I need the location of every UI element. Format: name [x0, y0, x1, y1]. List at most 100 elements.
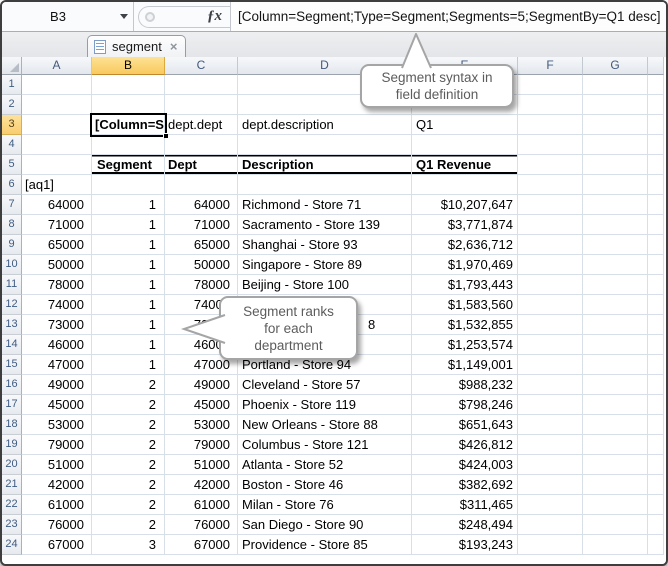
cell-A3[interactable] — [22, 115, 92, 135]
cell-C8[interactable]: 71000 — [165, 215, 238, 235]
cell-G14[interactable] — [583, 335, 648, 355]
cell-H4[interactable] — [648, 135, 664, 155]
cell-B18[interactable]: 2 — [92, 415, 165, 435]
cell-F2[interactable] — [518, 95, 583, 115]
cell-G5[interactable] — [583, 155, 648, 175]
cell-A9[interactable]: 65000 — [22, 235, 92, 255]
cell-E18[interactable]: $651,643 — [412, 415, 518, 435]
cell-E8[interactable]: $3,771,874 — [412, 215, 518, 235]
cell-G16[interactable] — [583, 375, 648, 395]
cell-B10[interactable]: 1 — [92, 255, 165, 275]
cell-E4[interactable] — [412, 135, 518, 155]
name-box[interactable]: B3 — [2, 2, 114, 31]
formula-input[interactable]: [Column=Segment;Type=Segment;Segments=5;… — [231, 2, 666, 31]
cell-H2[interactable] — [648, 95, 664, 115]
cell-D11[interactable]: Beijing - Store 100 — [238, 275, 412, 295]
cell-E24[interactable]: $193,243 — [412, 535, 518, 555]
cell-G12[interactable] — [583, 295, 648, 315]
cell-A23[interactable]: 76000 — [22, 515, 92, 535]
column-header-extra[interactable] — [648, 57, 664, 75]
cell-C6[interactable] — [165, 175, 238, 195]
cell-B9[interactable]: 1 — [92, 235, 165, 255]
cell-B15[interactable]: 1 — [92, 355, 165, 375]
cell-F12[interactable] — [518, 295, 583, 315]
cell-E10[interactable]: $1,970,469 — [412, 255, 518, 275]
cell-G10[interactable] — [583, 255, 648, 275]
cell-E7[interactable]: $10,207,647 — [412, 195, 518, 215]
row-header-12[interactable]: 12 — [2, 295, 22, 315]
cell-G9[interactable] — [583, 235, 648, 255]
cell-G15[interactable] — [583, 355, 648, 375]
cell-B23[interactable]: 2 — [92, 515, 165, 535]
cell-C23[interactable]: 76000 — [165, 515, 238, 535]
row-header-14[interactable]: 14 — [2, 335, 22, 355]
cell-D20[interactable]: Atlanta - Store 52 — [238, 455, 412, 475]
cell-C10[interactable]: 50000 — [165, 255, 238, 275]
row-header-5[interactable]: 5 — [2, 155, 22, 175]
cell-F22[interactable] — [518, 495, 583, 515]
cell-D8[interactable]: Sacramento - Store 139 — [238, 215, 412, 235]
cell-F15[interactable] — [518, 355, 583, 375]
row-header-22[interactable]: 22 — [2, 495, 22, 515]
column-header-G[interactable]: G — [583, 57, 648, 75]
row-header-1[interactable]: 1 — [2, 75, 22, 95]
cell-D9[interactable]: Shanghai - Store 93 — [238, 235, 412, 255]
cell-G20[interactable] — [583, 455, 648, 475]
cell-G22[interactable] — [583, 495, 648, 515]
cell-H13[interactable] — [648, 315, 664, 335]
row-header-24[interactable]: 24 — [2, 535, 22, 555]
cell-B4[interactable] — [92, 135, 165, 155]
cell-F16[interactable] — [518, 375, 583, 395]
cell-G1[interactable] — [583, 75, 648, 95]
cell-G11[interactable] — [583, 275, 648, 295]
row-header-21[interactable]: 21 — [2, 475, 22, 495]
tab-segment[interactable]: segment × — [87, 35, 186, 57]
cell-H1[interactable] — [648, 75, 664, 95]
cell-D17[interactable]: Phoenix - Store 119 — [238, 395, 412, 415]
cell-F3[interactable] — [518, 115, 583, 135]
row-header-20[interactable]: 20 — [2, 455, 22, 475]
cell-A20[interactable]: 51000 — [22, 455, 92, 475]
cell-H23[interactable] — [648, 515, 664, 535]
cell-C2[interactable] — [165, 95, 238, 115]
cell-H12[interactable] — [648, 295, 664, 315]
fill-handle[interactable] — [163, 133, 168, 138]
cell-A5[interactable] — [22, 155, 92, 175]
cell-E5[interactable]: Q1 Revenue — [412, 155, 518, 175]
cell-G24[interactable] — [583, 535, 648, 555]
cell-E15[interactable]: $1,149,001 — [412, 355, 518, 375]
cell-A11[interactable]: 78000 — [22, 275, 92, 295]
cell-B17[interactable]: 2 — [92, 395, 165, 415]
cell-H5[interactable] — [648, 155, 664, 175]
cell-A2[interactable] — [22, 95, 92, 115]
cell-E17[interactable]: $798,246 — [412, 395, 518, 415]
cell-G17[interactable] — [583, 395, 648, 415]
cell-C4[interactable] — [165, 135, 238, 155]
cell-B21[interactable]: 2 — [92, 475, 165, 495]
cell-H17[interactable] — [648, 395, 664, 415]
cell-B14[interactable]: 1 — [92, 335, 165, 355]
cell-F20[interactable] — [518, 455, 583, 475]
cell-F13[interactable] — [518, 315, 583, 335]
cell-G23[interactable] — [583, 515, 648, 535]
cell-A8[interactable]: 71000 — [22, 215, 92, 235]
cell-D4[interactable] — [238, 135, 412, 155]
cell-C7[interactable]: 64000 — [165, 195, 238, 215]
cell-D10[interactable]: Singapore - Store 89 — [238, 255, 412, 275]
cell-H16[interactable] — [648, 375, 664, 395]
cell-C17[interactable]: 45000 — [165, 395, 238, 415]
cell-D7[interactable]: Richmond - Store 71 — [238, 195, 412, 215]
row-header-3[interactable]: 3 — [2, 115, 22, 135]
cell-D3[interactable]: dept.description — [238, 115, 412, 135]
cell-D18[interactable]: New Orleans - Store 88 — [238, 415, 412, 435]
cell-E11[interactable]: $1,793,443 — [412, 275, 518, 295]
cell-E9[interactable]: $2,636,712 — [412, 235, 518, 255]
cell-E6[interactable] — [412, 175, 518, 195]
cell-A16[interactable]: 49000 — [22, 375, 92, 395]
row-header-4[interactable]: 4 — [2, 135, 22, 155]
cell-B12[interactable]: 1 — [92, 295, 165, 315]
cell-B2[interactable] — [92, 95, 165, 115]
column-header-A[interactable]: A — [22, 57, 92, 75]
cell-A24[interactable]: 67000 — [22, 535, 92, 555]
cell-F19[interactable] — [518, 435, 583, 455]
